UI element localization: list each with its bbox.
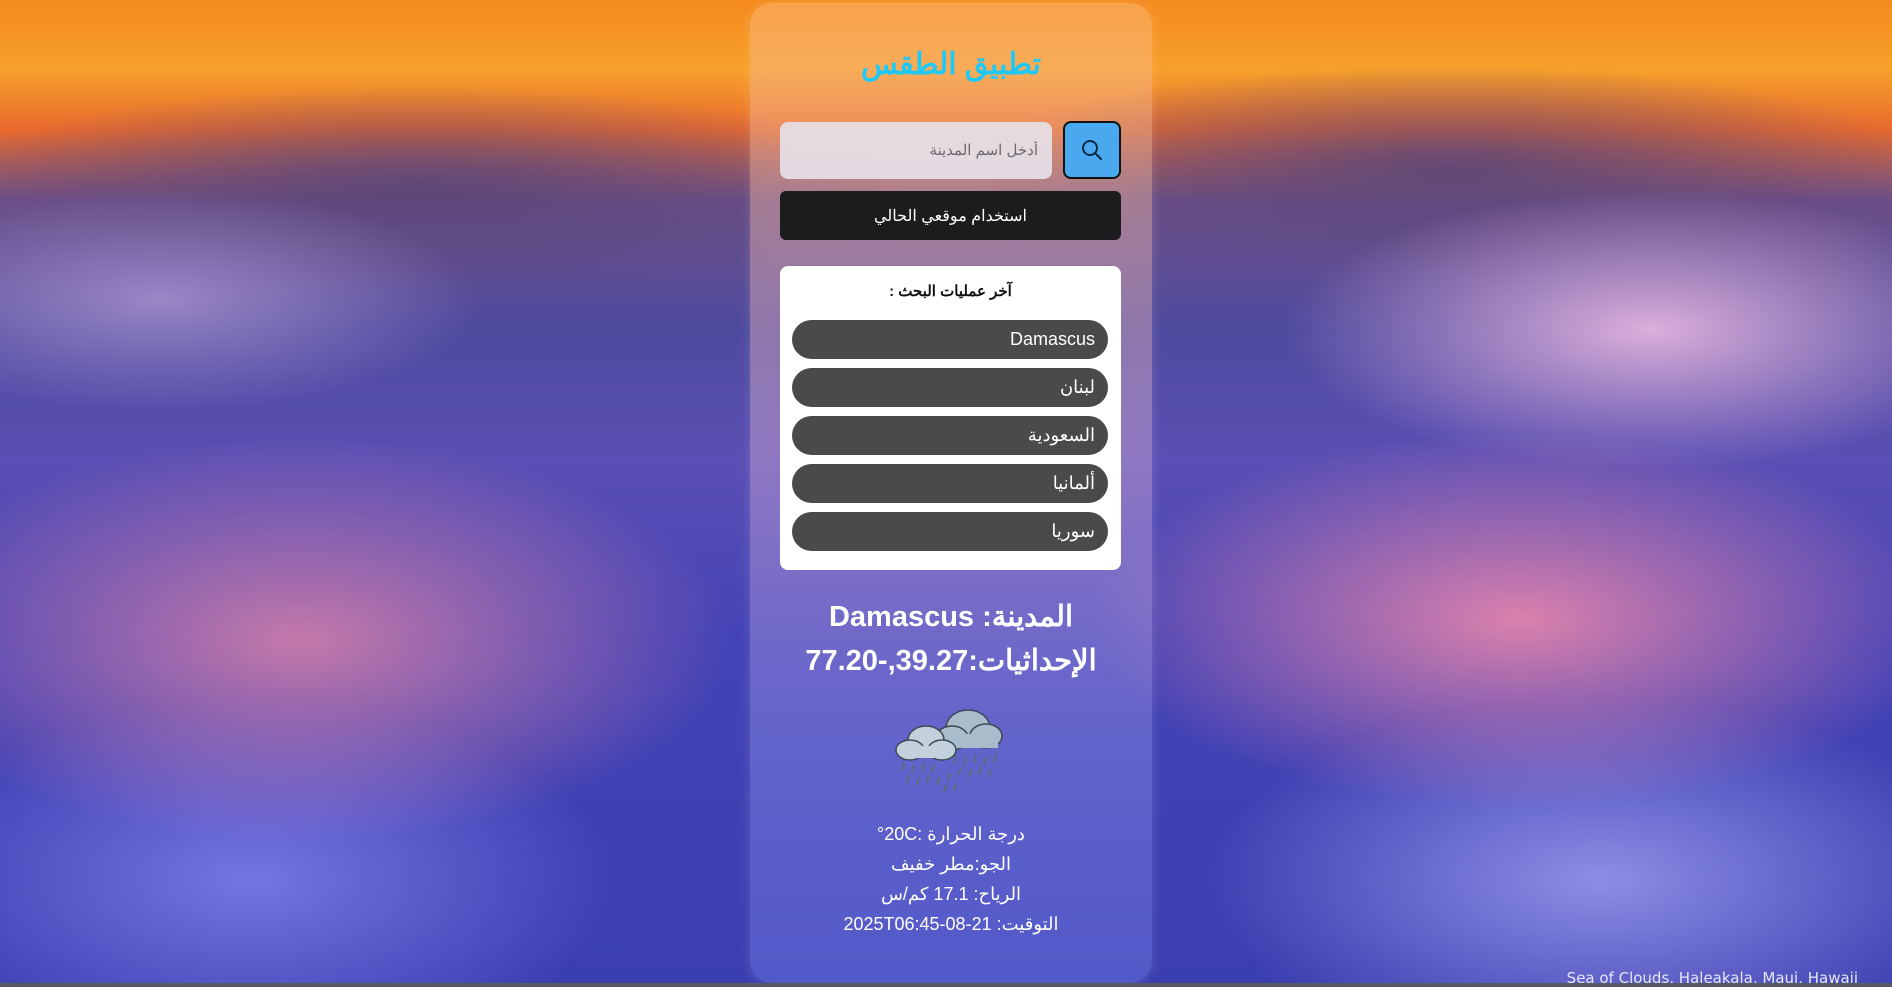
city-search-input[interactable] <box>780 122 1052 179</box>
recent-search-item[interactable]: سوريا <box>792 512 1108 551</box>
recent-search-item[interactable]: ألمانيا <box>792 464 1108 503</box>
wind-text: الرياح: 17.1 كم/س <box>880 884 1022 904</box>
recent-searches-panel: آخر عمليات البحث : Damascus لبنان السعود… <box>780 266 1121 570</box>
coordinates: الإحداثيات:39.27,-77.20 <box>805 645 1097 677</box>
time-text: التوقيت: 21-08-2025T06:45 <box>843 914 1059 934</box>
weather-details: درجة الحرارة :20C° الجو:مطر خفيف الرياح:… <box>750 819 1152 939</box>
temperature-text: درجة الحرارة :20C° <box>877 824 1025 844</box>
recent-searches-title: آخر عمليات البحث : <box>889 283 1012 300</box>
city-name: المدينة: Damascus <box>828 601 1074 633</box>
window-bottom-edge <box>0 983 1892 987</box>
recent-search-item[interactable]: لبنان <box>792 368 1108 407</box>
recent-search-item[interactable]: السعودية <box>792 416 1108 455</box>
use-current-location-button[interactable]: استخدام موقعي الحالي <box>780 191 1121 240</box>
search-button[interactable] <box>1063 121 1121 179</box>
rain-cloud-icon <box>895 709 1003 793</box>
search-icon <box>1082 140 1102 160</box>
condition-text: الجو:مطر خفيف <box>890 854 1012 874</box>
app-title: تطبيق الطقس <box>861 48 1041 81</box>
weather-card: تطبيق الطقس استخدام موقعي الحالي آخر عمل… <box>750 3 1152 983</box>
recent-search-item[interactable]: Damascus <box>792 320 1108 359</box>
recent-searches-list: Damascus لبنان السعودية ألمانيا سوريا <box>792 320 1108 560</box>
